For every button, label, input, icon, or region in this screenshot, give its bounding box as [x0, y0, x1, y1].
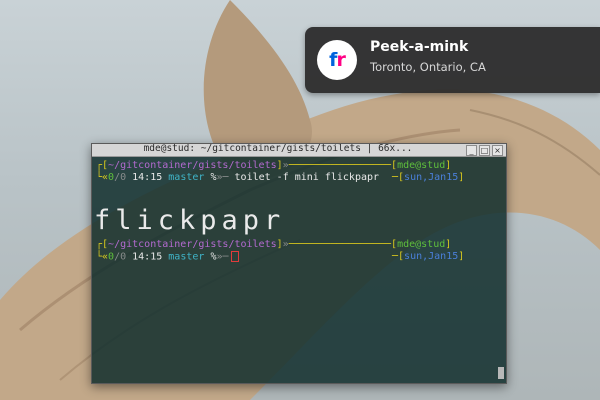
maximize-button[interactable]: □	[479, 145, 490, 156]
prompt-line-input[interactable]: └«0/0 14:15 master %»─	[96, 251, 239, 263]
toilet-output-banner: flickpapr	[94, 205, 286, 236]
window-title: mde@stud: ~/gitcontainer/gists/toilets |…	[143, 144, 413, 154]
scrollbar-thumb[interactable]	[498, 367, 504, 379]
window-titlebar[interactable]: mde@stud: ~/gitcontainer/gists/toilets |…	[92, 144, 506, 157]
flickr-logo-icon: fr	[317, 40, 357, 80]
terminal-screen[interactable]: ┌[~/gitcontainer/gists/toilets]»────────…	[92, 157, 506, 383]
prompt-line-top: ┌[~/gitcontainer/gists/toilets]»────────…	[96, 239, 452, 250]
prompt-host: mde@stud	[397, 160, 446, 171]
command-text: toilet -f mini flickpapr	[234, 172, 380, 183]
prompt-time: 14:15	[132, 172, 163, 183]
prompt-line-command: └«0/0 14:15 master %»─ toilet -f mini fl…	[96, 172, 380, 183]
notification-body: Toronto, Ontario, CA	[370, 60, 486, 74]
close-button[interactable]: ×	[492, 145, 503, 156]
prompt-date: ─[sun,Jan15]	[392, 251, 465, 262]
prompt-date: ─[sun,Jan15]	[392, 172, 465, 183]
minimize-button[interactable]: _	[466, 145, 477, 156]
notification-title: Peek-a-mink	[370, 39, 469, 55]
prompt-branch: master	[168, 172, 205, 183]
terminal-window[interactable]: mde@stud: ~/gitcontainer/gists/toilets |…	[91, 143, 507, 384]
notification-popup[interactable]: fr Peek-a-mink Toronto, Ontario, CA	[305, 27, 600, 93]
prompt-path: ~/gitcontainer/gists/toilets	[108, 160, 277, 171]
prompt-line-top: ┌[~/gitcontainer/gists/toilets]»────────…	[96, 160, 452, 171]
text-cursor	[230, 251, 239, 262]
